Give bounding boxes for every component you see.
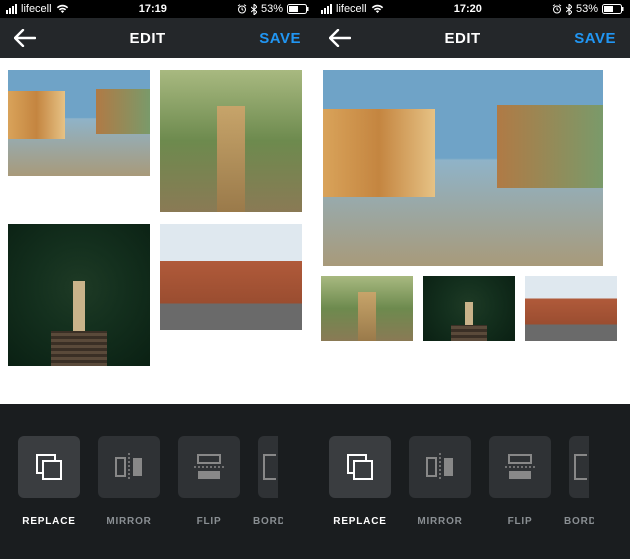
back-button[interactable]: [329, 29, 351, 47]
tool-mirror[interactable]: MIRROR: [98, 436, 160, 527]
status-bar: lifecell 17:19 53%: [0, 0, 315, 18]
tool-replace[interactable]: REPLACE: [329, 436, 391, 527]
tool-mirror[interactable]: MIRROR: [409, 436, 471, 527]
tool-label: BORD: [564, 516, 594, 527]
edit-toolbar: REPLACE MIRROR FLIP BORD: [315, 404, 630, 559]
tool-flip[interactable]: FLIP: [178, 436, 240, 527]
save-button[interactable]: SAVE: [574, 30, 616, 47]
tool-label: BORD: [253, 516, 283, 527]
battery-icon: [287, 4, 309, 14]
page-title: EDIT: [351, 30, 574, 47]
collage-canvas[interactable]: [0, 58, 315, 404]
collage-cell-3[interactable]: [160, 224, 302, 330]
alarm-icon: [237, 4, 247, 14]
collage-cell-main[interactable]: [323, 70, 603, 266]
nav-bar: EDIT SAVE: [315, 18, 630, 58]
border-icon: [573, 453, 587, 481]
collage-cell-thumb-2[interactable]: [525, 276, 617, 341]
collage-cell-2[interactable]: [8, 224, 150, 366]
flip-icon: [505, 453, 535, 481]
mirror-icon: [114, 453, 144, 481]
replace-icon: [34, 452, 64, 482]
wifi-icon: [56, 4, 69, 14]
tool-label: REPLACE: [22, 516, 75, 527]
signal-icon: [6, 4, 17, 14]
border-icon: [262, 453, 276, 481]
collage-cell-0[interactable]: [8, 70, 150, 176]
save-button[interactable]: SAVE: [259, 30, 301, 47]
clock-label: 17:20: [454, 3, 482, 15]
bluetooth-icon: [566, 4, 572, 15]
tool-border[interactable]: BORD: [258, 436, 278, 527]
tool-label: MIRROR: [106, 516, 151, 527]
page-title: EDIT: [36, 30, 259, 47]
tool-label: FLIP: [508, 516, 533, 527]
status-bar: lifecell 17:20 53%: [315, 0, 630, 18]
flip-icon: [194, 453, 224, 481]
tool-label: FLIP: [197, 516, 222, 527]
signal-icon: [321, 4, 332, 14]
bluetooth-icon: [251, 4, 257, 15]
mirror-icon: [425, 453, 455, 481]
back-button[interactable]: [14, 29, 36, 47]
collage-canvas[interactable]: [315, 58, 630, 404]
tool-replace[interactable]: REPLACE: [18, 436, 80, 527]
phone-left: lifecell 17:19 53% EDIT SAVE: [0, 0, 315, 559]
wifi-icon: [371, 4, 384, 14]
carrier-label: lifecell: [21, 3, 52, 15]
battery-pct: 53%: [261, 3, 283, 15]
tool-border[interactable]: BORD: [569, 436, 589, 527]
collage-cell-thumb-0[interactable]: [321, 276, 413, 341]
battery-icon: [602, 4, 624, 14]
replace-icon: [345, 452, 375, 482]
phone-right: lifecell 17:20 53% EDIT SAVE: [315, 0, 630, 559]
collage-cell-1[interactable]: [160, 70, 302, 212]
carrier-label: lifecell: [336, 3, 367, 15]
nav-bar: EDIT SAVE: [0, 18, 315, 58]
battery-pct: 53%: [576, 3, 598, 15]
clock-label: 17:19: [139, 3, 167, 15]
tool-label: MIRROR: [417, 516, 462, 527]
tool-flip[interactable]: FLIP: [489, 436, 551, 527]
edit-toolbar: REPLACE MIRROR FLIP BORD: [0, 404, 315, 559]
collage-cell-thumb-1[interactable]: [423, 276, 515, 341]
alarm-icon: [552, 4, 562, 14]
tool-label: REPLACE: [333, 516, 386, 527]
